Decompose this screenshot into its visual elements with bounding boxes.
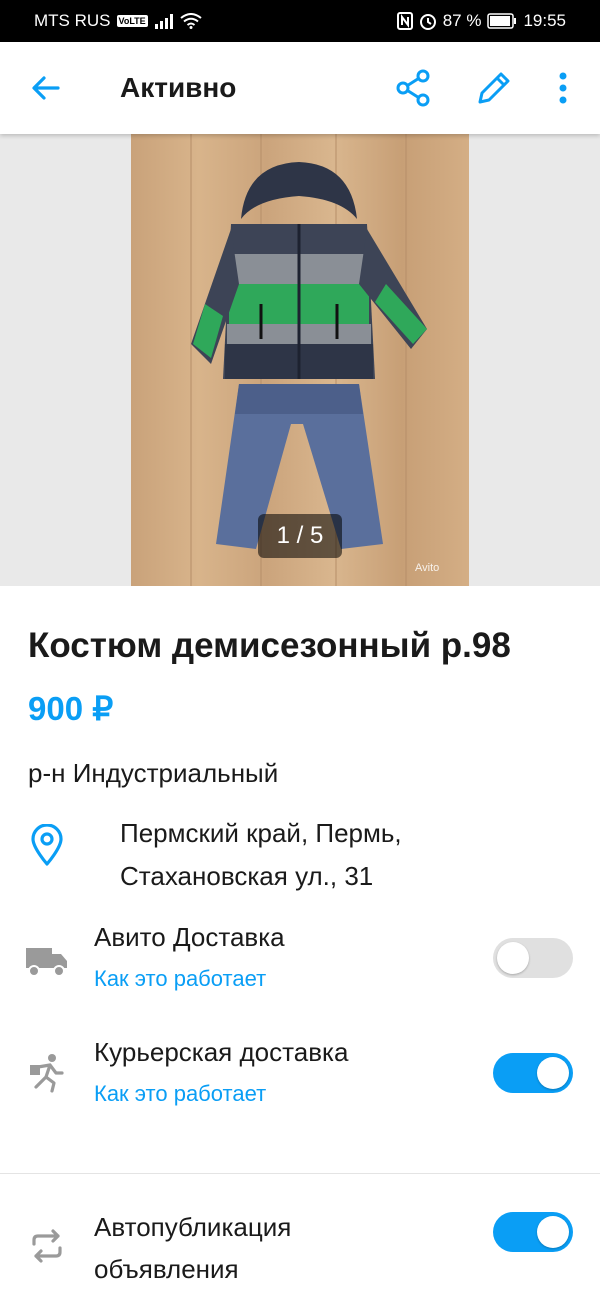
toggle-knob (537, 1057, 569, 1089)
signal-icon (154, 14, 173, 29)
address-line-2: Стахановская ул., 31 (120, 861, 374, 891)
volte-badge: VoLTE (116, 15, 148, 27)
battery-percent: 87 % (442, 11, 482, 30)
status-right: 87 % 19:55 (396, 11, 566, 31)
toggle-knob (497, 942, 529, 974)
page-title: Активно (120, 72, 237, 103)
section-divider (0, 1173, 600, 1174)
photo-gallery[interactable]: 1 / 5 Avito (0, 134, 600, 586)
auto-publish-label-line-2: объявления (94, 1254, 239, 1284)
alarm-icon (419, 14, 436, 30)
avito-delivery-how-it-works-link[interactable]: Как это работает (94, 966, 266, 992)
avito-watermark: Avito (415, 562, 440, 574)
more-options-icon[interactable] (548, 68, 578, 108)
truck-icon (26, 948, 67, 977)
avito-delivery-label: Авито Доставка (94, 922, 285, 952)
toggle-knob (537, 1216, 569, 1248)
auto-publish-toggle[interactable] (493, 1212, 573, 1252)
location-pin-icon (31, 824, 63, 866)
address-line-1: Пермский край, Пермь, (120, 818, 402, 848)
photo-counter: 1 / 5 (258, 514, 342, 558)
courier-delivery-label: Курьерская доставка (94, 1037, 349, 1067)
clock: 19:55 (523, 11, 566, 30)
repeat-arrows-icon (32, 1229, 62, 1263)
courier-runner-icon (30, 1054, 64, 1093)
status-left: MTS RUS VoLTE (34, 11, 202, 31)
carrier-label: MTS RUS (34, 11, 111, 30)
share-icon[interactable] (394, 68, 434, 108)
battery-icon (487, 13, 517, 29)
nfc-icon (396, 12, 413, 30)
listing-price: 900 ₽ (28, 690, 114, 727)
app-bar: Активно (0, 42, 600, 134)
auto-publish-label-line-1: Автопубликация (94, 1212, 292, 1242)
back-arrow-icon[interactable] (28, 70, 64, 106)
listing-title: Костюм демисезонный р.98 (28, 626, 511, 665)
listing-district: р-н Индустриальный (28, 758, 279, 788)
edit-pencil-icon[interactable] (474, 68, 514, 108)
wifi-icon (180, 13, 202, 29)
courier-delivery-toggle[interactable] (493, 1053, 573, 1093)
avito-delivery-toggle[interactable] (493, 938, 573, 978)
courier-delivery-how-it-works-link[interactable]: Как это работает (94, 1081, 266, 1107)
listing-address[interactable]: Пермский край, Пермь, Стахановская ул., … (120, 812, 570, 898)
status-bar: MTS RUS VoLTE 87 % 19:55 (0, 0, 600, 42)
